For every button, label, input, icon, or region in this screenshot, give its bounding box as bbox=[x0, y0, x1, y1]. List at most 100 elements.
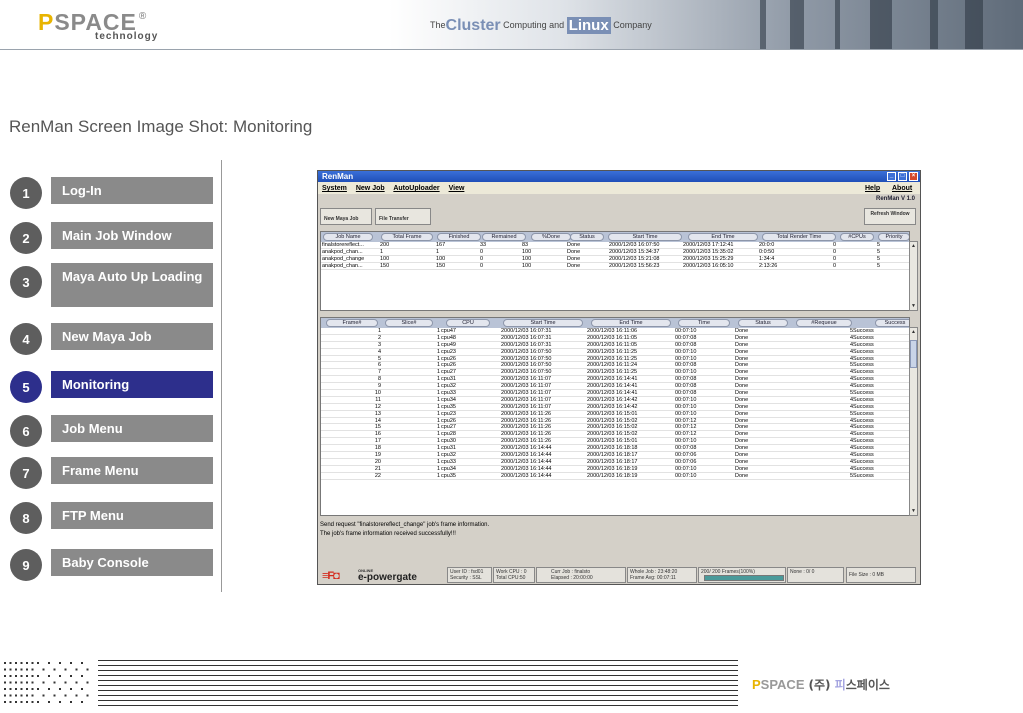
table-cell: 00:07:08 bbox=[675, 376, 697, 383]
nav-item-monitoring[interactable]: 5 Monitoring bbox=[10, 371, 215, 403]
nav-item-frame-menu[interactable]: 7 Frame Menu bbox=[10, 457, 215, 489]
column-header[interactable]: Total Frame bbox=[381, 233, 433, 241]
column-header[interactable]: Frame# bbox=[326, 319, 378, 327]
table-row[interactable]: 20 1 cpu33 2000/12/03 16:14:44 2000/12/03 16… bbox=[321, 459, 909, 466]
table-cell: 2000/12/03 16:11:26 bbox=[501, 431, 552, 438]
table-row[interactable]: finalstorereflect... 200 167 33 83 Done 2000/1… bbox=[321, 242, 909, 249]
column-header[interactable]: Status bbox=[570, 233, 604, 241]
nav-item-ftp-menu[interactable]: 8 FTP Menu bbox=[10, 502, 215, 534]
table-row[interactable]: 19 1 cpu32 2000/12/03 16:14:44 2000/12/03 16… bbox=[321, 452, 909, 459]
table-row[interactable]: 13 1 cpu23 2000/12/03 16:11:26 2000/12/03 16… bbox=[321, 411, 909, 418]
column-header[interactable]: Time bbox=[678, 319, 730, 327]
menu-autouploader[interactable]: AutoUploader bbox=[393, 185, 439, 192]
table-cell: 2000/12/03 16:18:19 bbox=[587, 472, 638, 479]
table-cell: 1 bbox=[380, 248, 384, 255]
table-row[interactable]: anakpod_chan... 1 1 0 100 Done 2000/12/03 15:3… bbox=[321, 249, 909, 256]
nav-item-login[interactable]: 1 Log-In bbox=[10, 177, 215, 209]
column-header[interactable]: Success bbox=[875, 319, 909, 327]
table-row[interactable]: 21 1 cpu34 2000/12/03 16:14:44 2000/12/03 16… bbox=[321, 466, 909, 473]
table-cell: 150 bbox=[436, 262, 446, 269]
table-cell: 0:0:50 bbox=[759, 248, 775, 255]
column-header[interactable]: Job Name bbox=[323, 233, 373, 241]
menu-new-job[interactable]: New Job bbox=[356, 185, 385, 192]
column-header[interactable]: CPU bbox=[446, 319, 490, 327]
column-header[interactable]: Remained bbox=[482, 233, 526, 241]
column-header[interactable]: #Requeue bbox=[796, 319, 852, 327]
menu-system[interactable]: System bbox=[322, 185, 347, 192]
file-transfer-button[interactable]: File Transfer bbox=[375, 208, 431, 225]
jobs-scrollbar[interactable]: ▲ ▼ bbox=[909, 241, 918, 311]
table-cell: 100 bbox=[436, 255, 446, 262]
table-row[interactable]: 16 1 cpu28 2000/12/03 16:11:26 2000/12/03 16… bbox=[321, 431, 909, 439]
refresh-window-button[interactable]: Refresh Window bbox=[864, 208, 916, 225]
table-row[interactable]: 1 1 cpu47 2000/12/03 16:07:31 2000/12/03 16:… bbox=[321, 328, 909, 335]
maximize-icon[interactable]: □ bbox=[898, 172, 907, 181]
column-header[interactable]: Slice# bbox=[385, 319, 433, 327]
nav-label[interactable]: Monitoring bbox=[51, 371, 213, 398]
table-cell: 0 bbox=[480, 248, 484, 255]
minimize-icon[interactable]: _ bbox=[887, 172, 896, 181]
table-row[interactable]: 14 1 cpu26 2000/12/03 16:11:26 2000/12/03 16… bbox=[321, 418, 909, 425]
table-row[interactable]: 2 1 cpu48 2000/12/03 16:07:31 2000/12/03 16:… bbox=[321, 335, 909, 342]
column-header[interactable]: Total Render Time bbox=[762, 233, 836, 241]
table-row[interactable]: 3 1 cpu49 2000/12/03 16:07:31 2000/12/03 16:… bbox=[321, 342, 909, 349]
scroll-up-icon[interactable]: ▲ bbox=[910, 328, 917, 336]
nav-label[interactable]: Maya Auto Up Loading bbox=[51, 263, 213, 307]
column-header[interactable]: Priority bbox=[878, 233, 909, 241]
close-icon[interactable]: × bbox=[909, 172, 918, 181]
frames-scrollbar[interactable]: ▲ ▼ bbox=[909, 327, 918, 516]
table-cell: 4 bbox=[849, 369, 853, 376]
menu-view[interactable]: View bbox=[449, 185, 465, 192]
frames-table-header: Frame# Slice# CPU Start Time End Time Time Sta… bbox=[321, 318, 909, 328]
column-header[interactable]: Start Time bbox=[503, 319, 583, 327]
table-row[interactable]: 4 1 cpu23 2000/12/03 16:07:50 2000/12/03 16:… bbox=[321, 349, 909, 356]
menu-about[interactable]: About bbox=[892, 185, 912, 192]
table-row[interactable]: 8 1 cpu31 2000/12/03 16:11:07 2000/12/03 16:… bbox=[321, 376, 909, 384]
table-row[interactable]: 11 1 cpu34 2000/12/03 16:11:07 2000/12/03 16… bbox=[321, 397, 909, 404]
table-row[interactable]: 9 1 cpu32 2000/12/03 16:11:07 2000/12/03 16:… bbox=[321, 383, 909, 391]
table-row[interactable]: 10 1 cpu33 2000/12/03 16:11:07 2000/12/03 16… bbox=[321, 390, 909, 397]
table-cell: cpu33 bbox=[441, 458, 456, 465]
column-header[interactable]: Status bbox=[738, 319, 788, 327]
nav-label[interactable]: Log-In bbox=[51, 177, 213, 204]
scroll-up-icon[interactable]: ▲ bbox=[910, 242, 917, 250]
nav-item-job-menu[interactable]: 6 Job Menu bbox=[10, 415, 215, 447]
menu-help[interactable]: Help bbox=[865, 185, 880, 192]
table-cell: 2000/12/03 16:11:07 bbox=[501, 376, 552, 383]
table-row[interactable]: 12 1 cpu35 2000/12/03 16:11:07 2000/12/03 16… bbox=[321, 404, 909, 411]
column-header[interactable]: %Done bbox=[531, 233, 571, 241]
table-cell: 4 bbox=[849, 417, 853, 424]
table-cell: 1 bbox=[436, 465, 440, 472]
table-row[interactable]: 17 1 cpu30 2000/12/03 16:11:26 2000/12/03 16… bbox=[321, 438, 909, 446]
table-row[interactable]: 22 1 cpu35 2000/12/03 16:14:44 2000/12/03 16… bbox=[321, 473, 909, 480]
table-cell: 2000/12/03 16:14:42 bbox=[587, 403, 638, 410]
column-header[interactable]: End Time bbox=[591, 319, 671, 327]
table-row[interactable]: 18 1 cpu31 2000/12/03 16:14:44 2000/12/03 16… bbox=[321, 445, 909, 453]
nav-label[interactable]: New Maya Job bbox=[51, 323, 213, 350]
scroll-down-icon[interactable]: ▼ bbox=[910, 302, 917, 310]
nav-item-baby-console[interactable]: 9 Baby Console bbox=[10, 549, 215, 581]
nav-item-new-maya-job[interactable]: 4 New Maya Job bbox=[10, 323, 215, 355]
nav-label[interactable]: Frame Menu bbox=[51, 457, 213, 484]
nav-item-maya-auto-up-loading[interactable]: 3 Maya Auto Up Loading bbox=[10, 263, 215, 307]
table-row[interactable]: anakpod_chan... 150 150 0 100 Done 2000/12/03 … bbox=[321, 263, 909, 270]
column-header[interactable]: Start Time bbox=[608, 233, 682, 241]
nav-label[interactable]: Main Job Window bbox=[51, 222, 213, 249]
nav-label[interactable]: Baby Console bbox=[51, 549, 213, 576]
table-row[interactable]: 7 1 cpu27 2000/12/03 16:07:50 2000/12/03 16:… bbox=[321, 369, 909, 377]
table-row[interactable]: 6 1 cpu26 2000/12/03 16:07:50 2000/12/03 16:… bbox=[321, 362, 909, 370]
table-row[interactable]: 5 1 cpu26 2000/12/03 16:07:50 2000/12/03 16:… bbox=[321, 356, 909, 363]
nav-label[interactable]: Job Menu bbox=[51, 415, 213, 442]
nav-item-main-job-window[interactable]: 2 Main Job Window bbox=[10, 222, 215, 254]
jobs-table: Job Name Total Frame Finished Remained %Done… bbox=[320, 231, 910, 311]
table-row[interactable]: 15 1 cpu27 2000/12/03 16:11:26 2000/12/03 16… bbox=[321, 424, 909, 432]
table-cell: anakpod_chan... bbox=[322, 262, 363, 269]
column-header[interactable]: #CPUs bbox=[840, 233, 874, 241]
scroll-thumb[interactable] bbox=[910, 340, 917, 368]
table-row[interactable]: anakpod_change 100 100 0 100 Done 2000/12/03 1… bbox=[321, 256, 909, 263]
column-header[interactable]: End Time bbox=[688, 233, 758, 241]
scroll-down-icon[interactable]: ▼ bbox=[910, 507, 917, 515]
nav-label[interactable]: FTP Menu bbox=[51, 502, 213, 529]
new-maya-job-button[interactable]: New Maya Job bbox=[320, 208, 372, 225]
column-header[interactable]: Finished bbox=[437, 233, 481, 241]
